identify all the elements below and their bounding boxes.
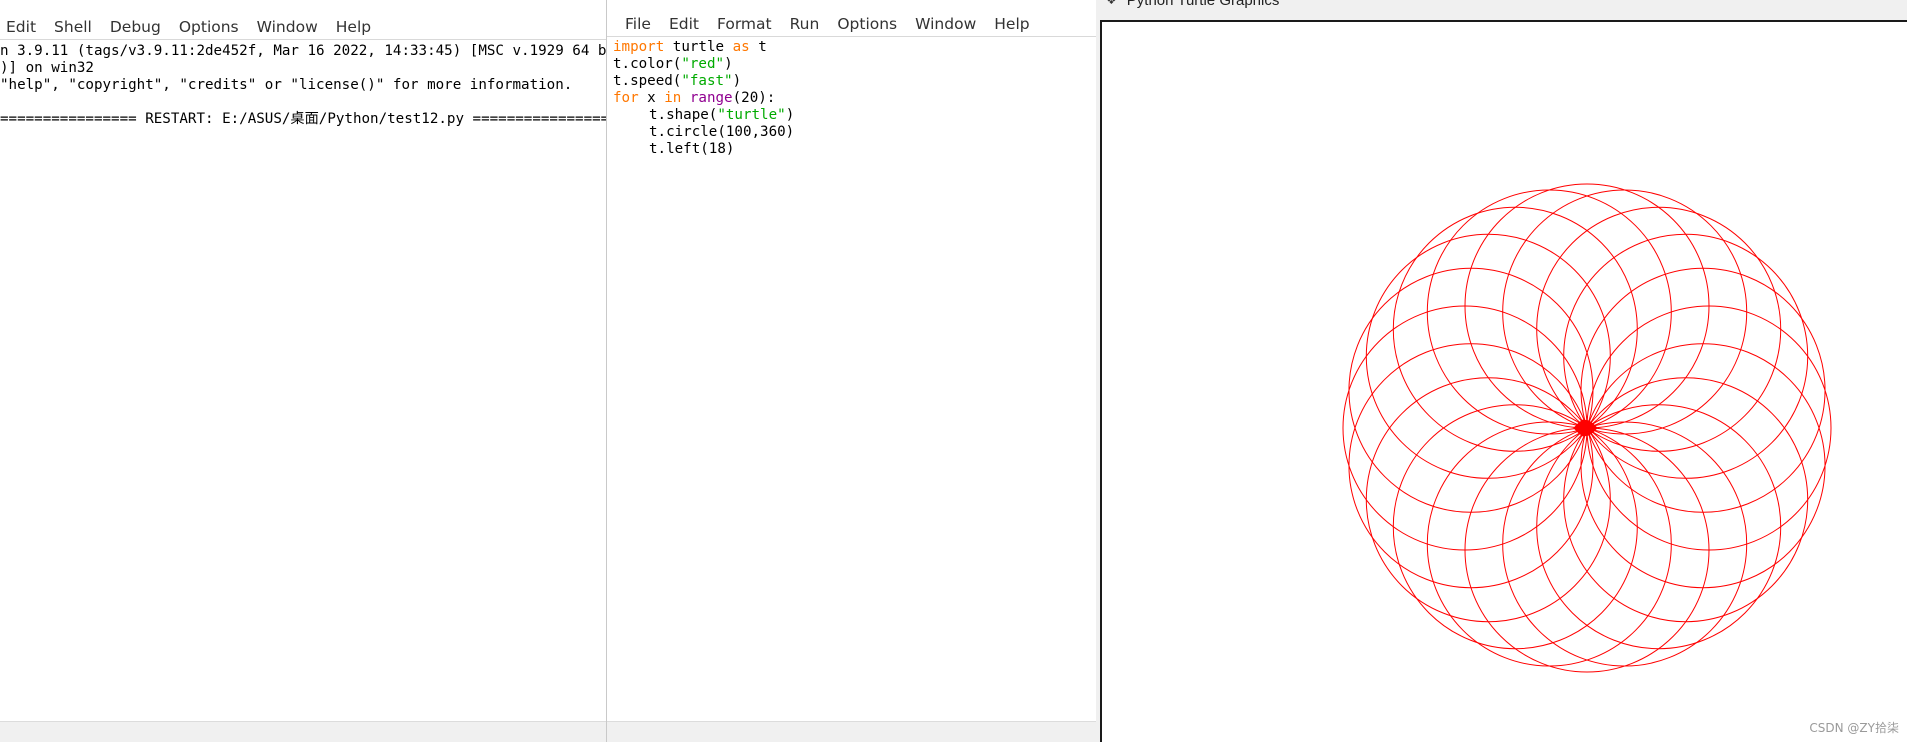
turtle-canvas[interactable] <box>1100 20 1907 742</box>
idle-shell-window: Edit Shell Debug Options Window Help n 3… <box>0 0 606 742</box>
turtle-circle-13 <box>1536 404 1782 650</box>
code-text: t <box>749 39 767 55</box>
string-literal: "turtle" <box>717 107 786 123</box>
turtle-drawing <box>1342 183 1832 673</box>
code-text: (20): <box>732 90 776 106</box>
code-text: turtle <box>664 39 733 55</box>
shell-line: n 3.9.11 (tags/v3.9.11:2de452f, Mar 16 2… <box>0 43 606 59</box>
turtle-circle-14 <box>1563 377 1809 623</box>
code-text: ) <box>724 56 733 72</box>
turtle-circle-3 <box>1392 206 1638 452</box>
code-text: t.color( <box>613 56 682 72</box>
string-literal: "fast" <box>681 73 733 89</box>
shell-menu-window[interactable]: Window <box>248 18 327 36</box>
turtle-circle-8 <box>1365 377 1611 623</box>
shell-menu-options[interactable]: Options <box>170 18 248 36</box>
turtle-circle-5 <box>1348 267 1594 513</box>
shell-restart-line: ================ RESTART: E:/ASUS/桌面/Pyt… <box>0 111 606 127</box>
tk-feather-icon: ❖ <box>1106 0 1117 7</box>
turtle-circle-15 <box>1580 343 1826 589</box>
shell-menu-help[interactable]: Help <box>327 18 380 36</box>
editor-menubar: File Edit Format Run Options Window Help <box>607 0 1097 37</box>
turtle-circle-16 <box>1586 305 1832 551</box>
turtle-circle-20 <box>1502 189 1748 435</box>
editor-code-area[interactable]: import turtle as t t.color("red") t.speed(… <box>607 37 1097 158</box>
keyword-in: in <box>664 90 682 106</box>
turtle-graphics-window: ❖ Python Turtle Graphics CSDN @ZY拾柒 <box>1096 0 1907 742</box>
shell-line: "help", "copyright", "credits" or "licen… <box>0 77 573 93</box>
turtle-circle-19 <box>1536 206 1782 452</box>
shell-menubar: Edit Shell Debug Options Window Help <box>0 0 606 40</box>
editor-menu-file[interactable]: File <box>616 15 660 33</box>
turtle-circle-9 <box>1392 404 1638 650</box>
string-literal: "red" <box>681 56 725 72</box>
code-line-3: t.speed("fast") <box>613 73 1097 90</box>
shell-output[interactable]: n 3.9.11 (tags/v3.9.11:2de452f, Mar 16 2… <box>0 40 606 128</box>
shell-menu-debug[interactable]: Debug <box>101 18 170 36</box>
keyword-for: for <box>613 90 639 106</box>
turtle-circle-10 <box>1426 421 1672 667</box>
code-line-4: for x in range(20): <box>613 90 1097 107</box>
code-text: t.shape( <box>649 107 718 123</box>
turtle-title-bar: ❖ Python Turtle Graphics <box>1106 0 1279 10</box>
code-line-2: t.color("red") <box>613 56 1097 73</box>
keyword-import: import <box>613 39 665 55</box>
code-line-1: import turtle as t <box>613 39 1097 56</box>
editor-menu-run[interactable]: Run <box>781 15 829 33</box>
code-line-5: t.shape("turtle") <box>613 107 1097 124</box>
idle-editor-window: File Edit Format Run Options Window Help… <box>606 0 1098 742</box>
code-text: t.speed( <box>613 73 682 89</box>
shell-horizontal-scrollbar[interactable] <box>0 721 606 742</box>
keyword-as: as <box>732 39 750 55</box>
csdn-watermark: CSDN @ZY拾柒 <box>1809 721 1899 735</box>
turtle-circle-1 <box>1464 183 1710 429</box>
turtle-circle-12 <box>1502 421 1748 667</box>
code-line-6: t.circle(100,360) <box>613 124 1097 141</box>
code-text: t.circle(100,360) <box>649 124 795 140</box>
editor-menu-edit[interactable]: Edit <box>660 15 708 33</box>
turtle-circle-18 <box>1563 233 1809 479</box>
turtle-window-title: Python Turtle Graphics <box>1126 0 1280 9</box>
shell-menu-shell[interactable]: Shell <box>45 18 101 36</box>
builtin-range: range <box>689 90 733 106</box>
editor-menu-window[interactable]: Window <box>906 15 985 33</box>
code-text: ) <box>785 107 795 123</box>
turtle-circle-4 <box>1365 233 1611 479</box>
code-text: x <box>638 90 665 106</box>
code-text: t.left(18) <box>649 141 735 157</box>
editor-menu-help[interactable]: Help <box>985 15 1038 33</box>
editor-horizontal-scrollbar[interactable] <box>607 721 1097 742</box>
turtle-circle-17 <box>1580 267 1826 513</box>
code-line-7: t.left(18) <box>613 141 1097 158</box>
shell-line: )] on win32 <box>0 60 94 76</box>
code-text: ) <box>732 73 742 89</box>
shell-menu-edit[interactable]: Edit <box>0 18 45 36</box>
turtle-circle-11 <box>1464 427 1710 673</box>
turtle-circle-2 <box>1426 189 1672 435</box>
turtle-circle-6 <box>1342 305 1588 551</box>
editor-menu-options[interactable]: Options <box>828 15 906 33</box>
editor-menu-format[interactable]: Format <box>708 15 781 33</box>
turtle-circle-7 <box>1348 343 1594 589</box>
